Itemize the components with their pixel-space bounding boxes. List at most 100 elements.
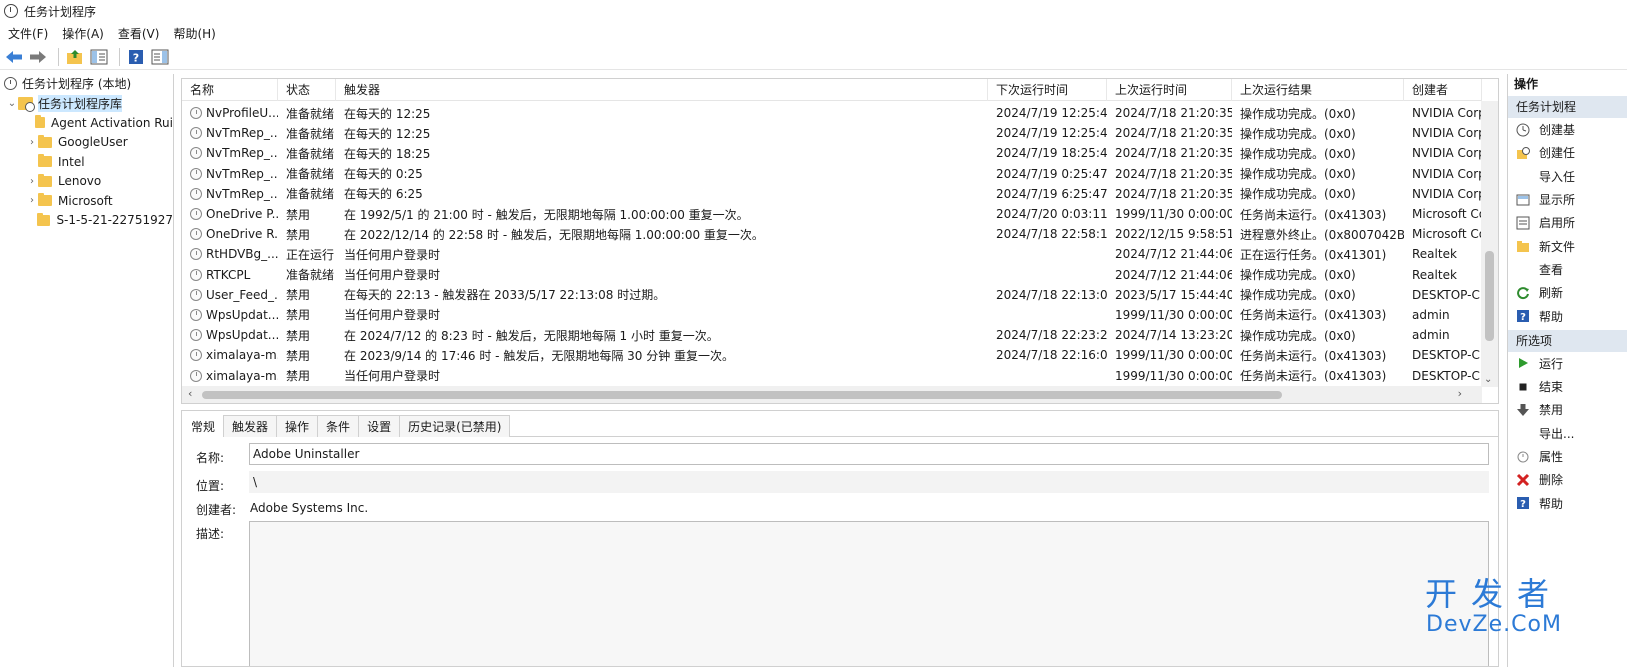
tree-item-library[interactable]: ⌄ 任务计划程序库 [0, 94, 173, 114]
name-field[interactable]: Adobe Uninstaller [249, 443, 1489, 465]
tree-item-folder[interactable]: S-1-5-21-22751927 [0, 211, 173, 231]
table-row[interactable]: ximalaya-m... 禁用 当任何用户登录时 1999/11/30 0:00:0… [182, 365, 1482, 385]
table-row[interactable]: WpsUpdat... 禁用 在 2024/7/12 的 8:23 时 - 触发后，… [182, 325, 1482, 345]
cell-last-run: 2024/7/18 21:20:35 [1115, 106, 1232, 121]
folder-icon [34, 115, 46, 129]
column-header-name[interactable]: 名称 [182, 79, 278, 101]
show-hide-action-pane-icon[interactable] [150, 47, 170, 67]
column-header-next-run[interactable]: 下次运行时间 [988, 79, 1107, 101]
cell-last-result: 操作成功完成。(0x0) [1240, 288, 1356, 303]
task-clock-icon [190, 288, 202, 301]
tab-general[interactable]: 常规 [182, 415, 225, 437]
scrollbar-thumb[interactable] [202, 391, 1282, 399]
menu-file[interactable]: 文件(F) [8, 25, 48, 42]
action-help[interactable]: ? 帮助 [1508, 304, 1627, 327]
vertical-scrollbar[interactable]: ⌄ [1481, 101, 1498, 387]
table-row[interactable]: WpsUpdat... 禁用 当任何用户登录时 1999/11/30 0:00:00 任… [182, 305, 1482, 325]
up-folder-icon[interactable] [65, 47, 85, 67]
action-label: 删除 [1539, 473, 1564, 488]
chevron-right-icon[interactable]: › [26, 176, 38, 187]
table-row[interactable]: RtHDVBg_... 正在运行 当任何用户登录时 2024/7/12 21:44:0… [182, 244, 1482, 264]
cell-last-run: 2024/7/18 21:20:35 [1115, 126, 1232, 141]
column-header-last-run[interactable]: 上次运行时间 [1107, 79, 1232, 101]
task-clock-icon [190, 187, 202, 200]
column-header-author[interactable]: 创建者 [1404, 79, 1482, 101]
delete-x-icon [1516, 473, 1530, 487]
table-row[interactable]: NvTmRep_... 准备就绪 在每天的 6:25 2024/7/19 6:25:4… [182, 184, 1482, 204]
action-refresh[interactable]: 刷新 [1508, 281, 1627, 304]
task-clock-icon [190, 329, 202, 342]
horizontal-scrollbar[interactable]: ‹ › [182, 386, 1482, 403]
back-arrow-icon[interactable] [4, 47, 24, 67]
chevron-down-icon[interactable]: ⌄ [6, 98, 18, 109]
cell-status: 准备就绪 [286, 126, 335, 141]
action-export[interactable]: 导出... [1508, 422, 1627, 445]
action-import-task[interactable]: 导入任 [1508, 165, 1627, 188]
tab-history[interactable]: 历史记录(已禁用) [399, 415, 511, 437]
column-header-last-result[interactable]: 上次运行结果 [1232, 79, 1404, 101]
action-section-selected[interactable]: 所选项 [1508, 329, 1627, 352]
table-row[interactable]: NvProfileU... 准备就绪 在每天的 12:25 2024/7/19 12:… [182, 103, 1482, 123]
cell-last-run: 2024/7/14 13:23:20 [1115, 328, 1232, 343]
menu-action[interactable]: 操作(A) [62, 25, 104, 42]
scroll-right-icon[interactable]: › [1458, 387, 1462, 400]
action-display-running[interactable]: 显示所 [1508, 188, 1627, 211]
table-row[interactable]: RTKCPL 准备就绪 当任何用户登录时 2024/7/12 21:44:06 操作成功… [182, 265, 1482, 285]
action-disable[interactable]: 禁用 [1508, 398, 1627, 421]
tree-item-folder[interactable]: Agent Activation Rui [0, 113, 173, 133]
column-header-triggers[interactable]: 触发器 [336, 79, 988, 101]
chevron-right-icon[interactable]: › [26, 137, 38, 148]
tree-item-folder[interactable]: › GoogleUser [0, 133, 173, 153]
tree-item-label: Agent Activation Rui [51, 115, 173, 130]
action-create-task[interactable]: 创建任 [1508, 141, 1627, 164]
cell-name: WpsUpdat... [182, 328, 278, 342]
cell-name: NvProfileU... [182, 106, 278, 120]
action-enable-history[interactable]: 启用所 [1508, 211, 1627, 234]
table-row[interactable]: NvTmRep_... 准备就绪 在每天的 18:25 2024/7/19 18:25… [182, 143, 1482, 163]
table-row[interactable]: NvTmRep_... 准备就绪 在每天的 12:25 2024/7/19 12:25… [182, 123, 1482, 143]
create-task-icon [1516, 146, 1530, 160]
location-field[interactable]: \ [249, 471, 1489, 493]
forward-arrow-icon[interactable] [28, 47, 48, 67]
help-icon: ? [1516, 309, 1530, 323]
description-field[interactable] [249, 521, 1489, 666]
chevron-right-icon[interactable]: › [26, 195, 38, 206]
action-pane-header: 操作 [1514, 77, 1539, 91]
cell-author: DESKTOP-CN [1412, 348, 1482, 363]
action-help-selected[interactable]: ? 帮助 [1508, 491, 1627, 514]
svg-text:?: ? [1520, 312, 1526, 323]
action-delete[interactable]: 删除 [1508, 468, 1627, 491]
action-run[interactable]: 运行 [1508, 352, 1627, 375]
tree-item-root[interactable]: 任务计划程序 (本地) [0, 74, 173, 94]
tab-conditions[interactable]: 条件 [317, 415, 360, 437]
menu-view[interactable]: 查看(V) [118, 25, 160, 42]
action-new-folder[interactable]: 新文件 [1508, 234, 1627, 257]
tree-item-folder[interactable]: › Microsoft [0, 191, 173, 211]
tree-item-folder[interactable]: › Lenovo [0, 172, 173, 192]
scroll-left-icon[interactable]: ‹ [188, 387, 192, 400]
show-hide-tree-icon[interactable] [89, 47, 109, 67]
tab-settings[interactable]: 设置 [358, 415, 401, 437]
scrollbar-thumb[interactable] [1485, 251, 1494, 341]
action-end[interactable]: 结束 [1508, 375, 1627, 398]
tree-item-folder[interactable]: Intel [0, 152, 173, 172]
tab-actions[interactable]: 操作 [276, 415, 319, 437]
action-create-basic-task[interactable]: 创建基 [1508, 118, 1627, 141]
action-label: 结束 [1539, 380, 1564, 395]
action-view[interactable]: 查看 [1508, 258, 1627, 281]
tab-triggers[interactable]: 触发器 [223, 415, 278, 437]
table-row[interactable]: User_Feed_... 禁用 在每天的 22:13 - 触发器在 2033/5/… [182, 285, 1482, 305]
action-section-scheduler[interactable]: 任务计划程 [1508, 96, 1627, 118]
cell-triggers: 在每天的 12:25 [344, 106, 431, 121]
cell-last-result: 操作成功完成。(0x0) [1240, 126, 1356, 141]
table-row[interactable]: OneDrive P... 禁用 在 1992/5/1 的 21:00 时 - 触发… [182, 204, 1482, 224]
menu-help[interactable]: 帮助(H) [173, 25, 215, 42]
help-icon[interactable]: ? [126, 47, 146, 67]
table-row[interactable]: ximalaya-m... 禁用 在 2023/9/14 的 17:46 时 - 触… [182, 345, 1482, 365]
table-row[interactable]: NvTmRep_... 准备就绪 在每天的 0:25 2024/7/19 0:25:4… [182, 164, 1482, 184]
table-row[interactable]: OneDrive R... 禁用 在 2022/12/14 的 22:58 时 - … [182, 224, 1482, 244]
action-properties[interactable]: 属性 [1508, 445, 1627, 468]
scroll-down-icon[interactable]: ⌄ [1484, 374, 1492, 385]
column-header-status[interactable]: 状态 [278, 79, 336, 101]
cell-next-run: 2024/7/18 22:16:00 [996, 348, 1107, 363]
